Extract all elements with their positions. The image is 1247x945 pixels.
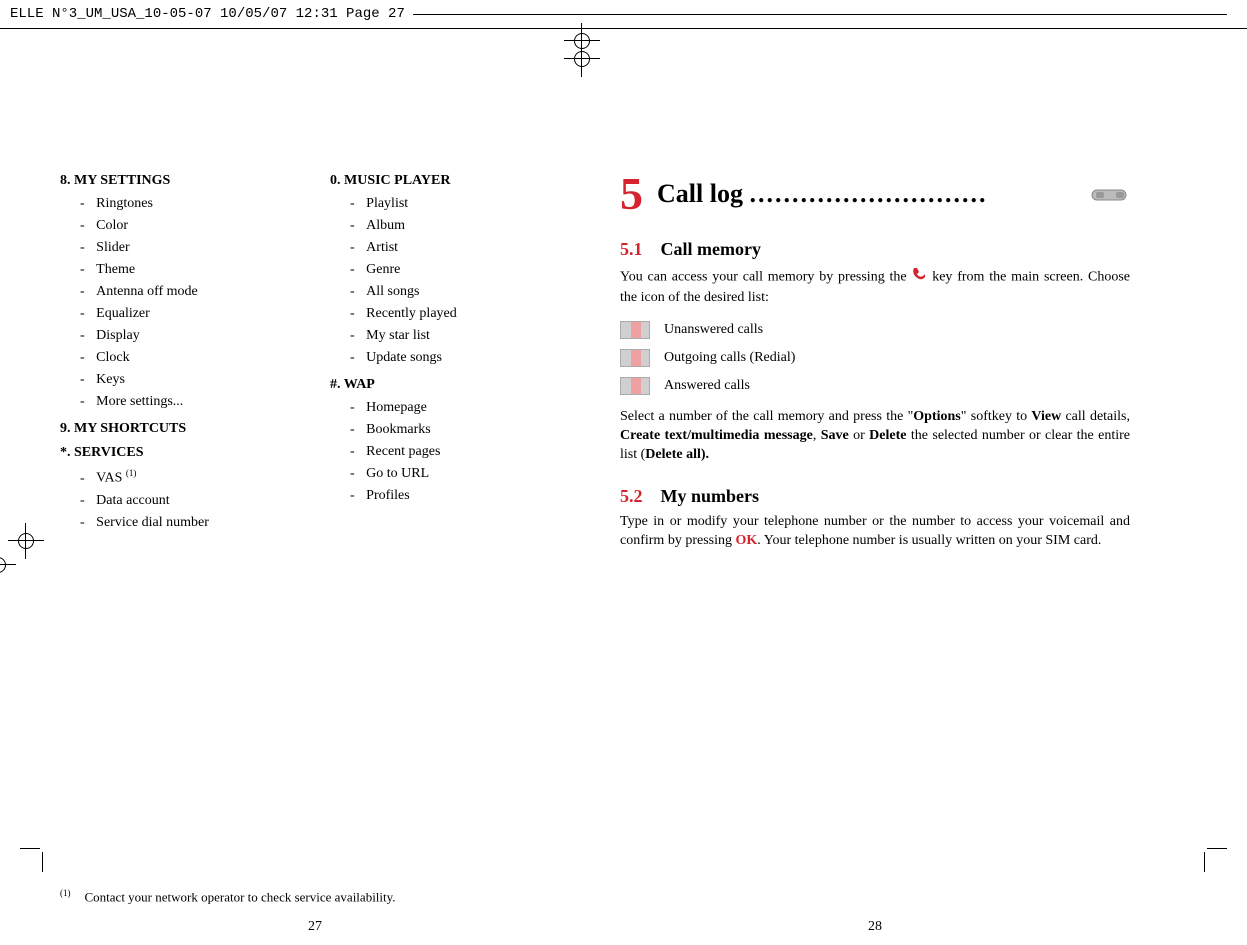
- list-my-settings: Ringtones Color Slider Theme Antenna off…: [74, 193, 300, 413]
- heading-wap: #. WAP: [330, 377, 570, 393]
- header-rule: [413, 14, 1227, 15]
- crop-mark: [20, 848, 40, 849]
- footnote: (1) Contact your network operator to chec…: [60, 888, 396, 905]
- leader-dots: ............................: [749, 179, 987, 208]
- list-item: Homepage: [344, 397, 570, 419]
- heading-services: *. SERVICES: [60, 445, 300, 461]
- list-item: Bookmarks: [344, 419, 570, 441]
- call-type-list: Unanswered calls Outgoing calls (Redial)…: [620, 316, 1130, 400]
- bold: Options: [913, 409, 960, 424]
- list-item: Service dial number: [74, 512, 300, 534]
- chapter-header: 5 Call log ............................: [620, 171, 1130, 217]
- footnote-ref: (1): [126, 468, 137, 478]
- text: call details,: [1061, 409, 1130, 424]
- ok-key: OK: [735, 533, 757, 548]
- bold: Delete all).: [645, 447, 709, 462]
- print-slug: ELLE N°3_UM_USA_10-05-07 10/05/07 12:31 …: [0, 0, 1247, 29]
- list-item: Ringtones: [74, 193, 300, 215]
- chapter-number: 5: [620, 171, 643, 217]
- list-item: More settings...: [74, 391, 300, 413]
- list-item: Clock: [74, 347, 300, 369]
- section-5-1: 5.1 Call memory: [620, 239, 1130, 260]
- footnote-marker: (1): [60, 888, 71, 898]
- text: . Your telephone number is usually writt…: [757, 533, 1101, 548]
- list-item: Color: [74, 215, 300, 237]
- list-item: Update songs: [344, 347, 570, 369]
- list-item: Display: [74, 325, 300, 347]
- list-item: Recently played: [344, 303, 570, 325]
- text: ,: [813, 428, 821, 443]
- call-key-icon: [911, 266, 927, 289]
- list-item: Equalizer: [74, 303, 300, 325]
- label: Outgoing calls (Redial): [664, 350, 795, 366]
- page-27: 8. MY SETTINGS Ringtones Color Slider Th…: [60, 165, 570, 945]
- text: or: [849, 428, 869, 443]
- section-number: 5.1: [620, 239, 643, 259]
- bold: Create text/multimedia message: [620, 428, 813, 443]
- page-number: 27: [60, 919, 570, 935]
- registration-mark-left: [14, 529, 38, 553]
- label: Unanswered calls: [664, 322, 763, 338]
- text: Select a number of the call memory and p…: [620, 409, 913, 424]
- list-item: Artist: [344, 237, 570, 259]
- footnote-text: Contact your network operator to check s…: [85, 889, 396, 904]
- call-type-item: Unanswered calls: [620, 316, 1130, 344]
- crop-mark: [1207, 848, 1227, 849]
- list-item: Profiles: [344, 485, 570, 507]
- page-28: 5 Call log ............................ …: [620, 165, 1130, 945]
- call-type-item: Outgoing calls (Redial): [620, 344, 1130, 372]
- list-item: Slider: [74, 237, 300, 259]
- list-item: Playlist: [344, 193, 570, 215]
- answered-calls-icon: [620, 377, 650, 395]
- section-number: 5.2: [620, 486, 643, 506]
- paragraph: Type in or modify your telephone number …: [620, 513, 1130, 551]
- list-item: Recent pages: [344, 441, 570, 463]
- print-slug-text: ELLE N°3_UM_USA_10-05-07 10/05/07 12:31 …: [10, 6, 405, 22]
- spread: 8. MY SETTINGS Ringtones Color Slider Th…: [0, 125, 1247, 945]
- crop-mark: [42, 852, 43, 872]
- list-item: Antenna off mode: [74, 281, 300, 303]
- chapter-title: Call log ............................: [657, 179, 1076, 209]
- list-item: All songs: [344, 281, 570, 303]
- list-item: Genre: [344, 259, 570, 281]
- phone-handset-icon: [1090, 182, 1130, 206]
- paragraph: You can access your call memory by press…: [620, 266, 1130, 308]
- right-column: 0. MUSIC PLAYER Playlist Album Artist Ge…: [330, 165, 570, 540]
- list-item: Theme: [74, 259, 300, 281]
- list-services: VAS (1) Data account Service dial number: [74, 465, 300, 534]
- registration-mark-right: [0, 553, 10, 577]
- paragraph: Select a number of the call memory and p…: [620, 408, 1130, 465]
- list-item: VAS (1): [74, 465, 300, 490]
- text: " softkey to: [961, 409, 1032, 424]
- section-title: Call memory: [661, 239, 761, 259]
- list-item: Keys: [74, 369, 300, 391]
- bold: Save: [821, 428, 849, 443]
- list-music-player: Playlist Album Artist Genre All songs Re…: [344, 193, 570, 369]
- heading-my-shortcuts: 9. MY SHORTCUTS: [60, 421, 300, 437]
- list-item: My star list: [344, 325, 570, 347]
- section-5-2: 5.2 My numbers: [620, 486, 1130, 507]
- heading-my-settings: 8. MY SETTINGS: [60, 173, 300, 189]
- bold: Delete: [869, 428, 906, 443]
- call-type-item: Answered calls: [620, 372, 1130, 400]
- list-item: Album: [344, 215, 570, 237]
- list-wap: Homepage Bookmarks Recent pages Go to UR…: [344, 397, 570, 507]
- list-item: Go to URL: [344, 463, 570, 485]
- item-text: VAS: [96, 471, 126, 486]
- page-number: 28: [620, 919, 1130, 935]
- text: You can access your call memory by press…: [620, 270, 911, 285]
- chapter-title-text: Call log: [657, 179, 749, 208]
- section-title: My numbers: [661, 486, 760, 506]
- label: Answered calls: [664, 378, 750, 394]
- registration-mark-bottom: [570, 47, 594, 71]
- list-item: Data account: [74, 490, 300, 512]
- unanswered-calls-icon: [620, 321, 650, 339]
- left-column: 8. MY SETTINGS Ringtones Color Slider Th…: [60, 165, 300, 540]
- heading-music-player: 0. MUSIC PLAYER: [330, 173, 570, 189]
- outgoing-calls-icon: [620, 349, 650, 367]
- bold: View: [1031, 409, 1061, 424]
- crop-mark: [1204, 852, 1205, 872]
